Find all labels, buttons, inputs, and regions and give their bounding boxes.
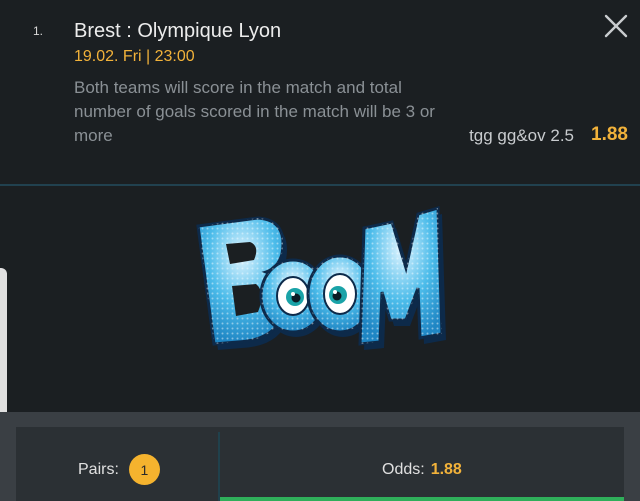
match-card: 1. Brest : Olympique Lyon 19.02. Fri | 2… — [0, 0, 640, 186]
bet-slip-footer: Pairs: 1 Odds: 1.88 — [0, 412, 640, 501]
pairs-summary: Pairs: 1 — [78, 454, 160, 485]
summary-divider — [218, 432, 220, 501]
odds-label: Odds: — [382, 461, 425, 478]
side-drawer-handle[interactable] — [0, 268, 7, 418]
pairs-label: Pairs: — [78, 460, 119, 478]
confirm-bar[interactable] — [220, 497, 624, 501]
celebration-area — [0, 186, 640, 412]
match-number: 1. — [33, 24, 44, 38]
boom-graphic — [196, 206, 446, 350]
boom-letter-m — [358, 206, 446, 350]
odds-summary: Odds: 1.88 — [382, 454, 462, 485]
bet-code: tgg gg&ov 2.5 — [469, 126, 574, 145]
match-description: Both teams will score in the match and t… — [74, 78, 435, 145]
close-icon — [604, 14, 628, 38]
match-odds: 1.88 — [591, 124, 628, 145]
match-datetime: 19.02. Fri | 23:00 — [74, 48, 195, 65]
pairs-count-badge: 1 — [128, 454, 160, 485]
odds-value: 1.88 — [430, 461, 462, 478]
match-title: Brest : Olympique Lyon — [74, 20, 282, 42]
close-button[interactable] — [602, 12, 630, 40]
